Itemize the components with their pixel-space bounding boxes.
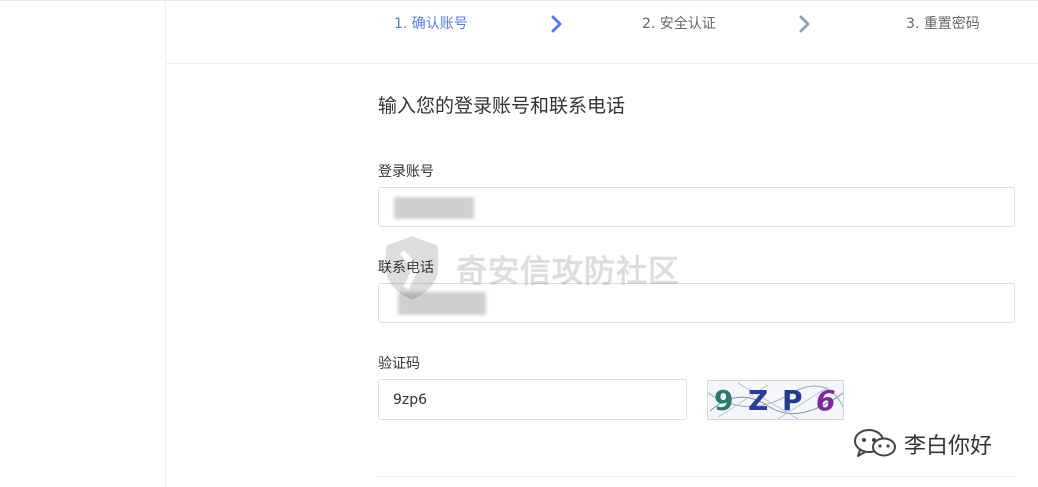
redacted-phone-value bbox=[398, 292, 486, 315]
step-confirm-account: 1. 确认账号 bbox=[394, 16, 468, 32]
sidebar-divider bbox=[165, 0, 166, 487]
phone-label: 联系电话 bbox=[378, 260, 434, 276]
step-security-verify: 2. 安全认证 bbox=[642, 16, 716, 32]
account-label: 登录账号 bbox=[378, 164, 434, 180]
redacted-account-value bbox=[394, 197, 474, 219]
captcha-image[interactable]: 9 Z P 6 bbox=[707, 380, 844, 420]
step-indicator: 1. 确认账号 2. 安全认证 3. 重置密码 bbox=[166, 1, 1038, 64]
form-title: 输入您的登录账号和联系电话 bbox=[378, 95, 626, 117]
captcha-char: P bbox=[782, 384, 803, 417]
form-bottom-divider bbox=[378, 476, 1015, 477]
chevron-right-icon bbox=[551, 15, 562, 33]
captcha-char: 9 bbox=[714, 384, 734, 417]
step-reset-password: 3. 重置密码 bbox=[906, 16, 980, 32]
captcha-char: 6 bbox=[816, 384, 836, 417]
captcha-input[interactable] bbox=[378, 379, 687, 420]
chevron-right-icon bbox=[799, 15, 810, 33]
captcha-label: 验证码 bbox=[378, 356, 420, 372]
wechat-name: 李白你好 bbox=[904, 434, 993, 459]
wechat-icon bbox=[854, 429, 896, 457]
captcha-char: Z bbox=[748, 384, 769, 417]
